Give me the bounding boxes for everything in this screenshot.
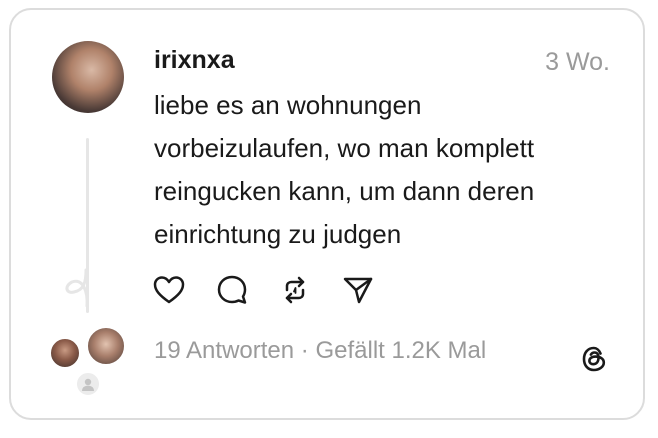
post-text: liebe es an wohnungen vorbeizulaufen, wo… (154, 84, 624, 256)
author-avatar[interactable] (52, 41, 124, 113)
post-text-line: vorbeizulaufen, wo man komplett (154, 133, 535, 163)
share-button[interactable] (341, 273, 375, 307)
threads-logo-icon[interactable] (578, 343, 610, 375)
heart-icon (153, 276, 185, 304)
likes-count[interactable]: Gefällt 1.2K Mal (315, 337, 486, 364)
comment-button[interactable] (215, 273, 249, 307)
replier-avatar[interactable] (75, 371, 101, 397)
post-text-line: reingucken kann, um dann deren (154, 176, 535, 206)
repost-icon (285, 276, 305, 304)
stats-separator: · (300, 337, 309, 364)
repost-button[interactable] (278, 273, 312, 307)
like-button[interactable] (152, 273, 186, 307)
author-username[interactable]: irixnxa (154, 46, 235, 75)
replier-avatar[interactable] (86, 326, 126, 366)
comment-icon (217, 275, 247, 304)
post-text-line: liebe es an wohnungen (154, 90, 422, 120)
thread-loop-icon (65, 268, 89, 308)
replier-avatar[interactable] (49, 337, 81, 369)
send-icon (343, 277, 373, 304)
replies-count[interactable]: 19 Antworten (154, 337, 294, 364)
post-stats: 19 Antworten · Gefällt 1.2K Mal (154, 337, 486, 365)
user-placeholder-icon (82, 378, 94, 391)
post-text-line: einrichtung zu judgen (154, 219, 402, 249)
action-bar (152, 273, 404, 307)
post-time: 3 Wo. (545, 48, 610, 76)
